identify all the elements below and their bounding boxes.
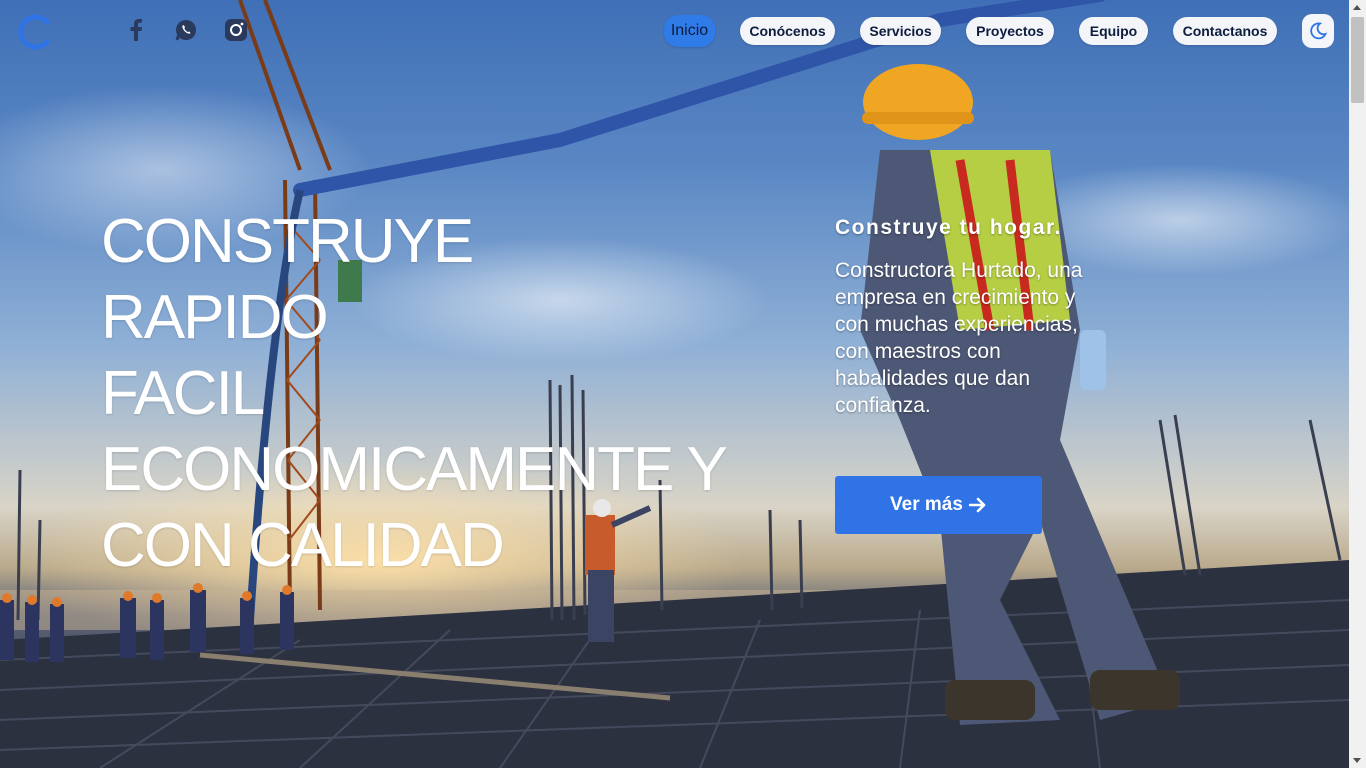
hero-description: Constructora Hurtado, una empresa en cre… <box>835 259 1083 417</box>
scroll-up-arrow-icon[interactable] <box>1353 5 1361 10</box>
cta-label: Ver más <box>890 494 963 515</box>
c-logo-icon[interactable] <box>18 14 52 50</box>
scroll-down-arrow-icon[interactable] <box>1353 758 1361 763</box>
headline-line: RAPIDO <box>101 283 329 352</box>
arrow-right-icon <box>968 497 986 513</box>
scroll-thumb[interactable] <box>1351 17 1364 103</box>
moon-icon <box>1310 22 1327 40</box>
headline-line: CON CALIDAD <box>101 511 505 580</box>
nav-equipo[interactable]: Equipo <box>1079 17 1148 45</box>
whatsapp-icon[interactable] <box>173 17 199 43</box>
hero-tagline: Construye tu hogar. <box>835 216 1062 239</box>
nav-contactanos[interactable]: Contactanos <box>1173 17 1277 45</box>
hero-headline: CONSTRUYE RAPIDO FACIL ECONOMICAMENTE Y … <box>101 204 801 584</box>
page-scrollbar[interactable] <box>1349 0 1366 768</box>
ver-mas-button[interactable]: Ver más <box>835 476 1042 534</box>
headline-line: FACIL <box>101 359 265 428</box>
theme-toggle-button[interactable] <box>1302 14 1334 48</box>
nav-inicio[interactable]: Inicio <box>664 15 715 47</box>
instagram-icon[interactable] <box>223 17 249 43</box>
nav-servicios[interactable]: Servicios <box>860 17 941 45</box>
nav-conocenos[interactable]: Conócenos <box>740 17 835 45</box>
facebook-icon[interactable] <box>123 17 149 43</box>
headline-line: ECONOMICAMENTE Y <box>101 435 728 504</box>
nav-proyectos[interactable]: Proyectos <box>966 17 1054 45</box>
headline-line: CONSTRUYE <box>101 207 474 276</box>
